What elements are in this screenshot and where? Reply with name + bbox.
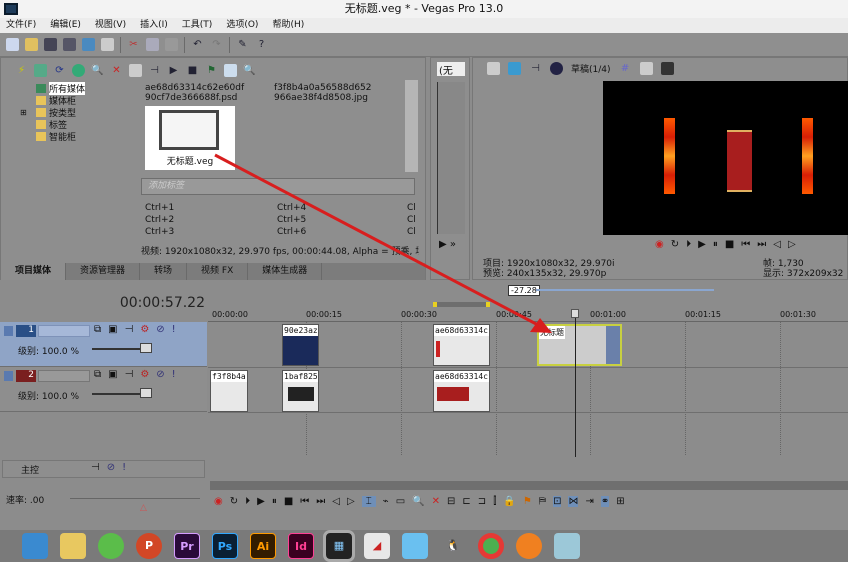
arrow-head	[530, 318, 552, 333]
illustrator-icon[interactable]: Ai	[250, 533, 276, 559]
file-explorer-icon[interactable]	[60, 533, 86, 559]
taskbar: P Pr Ps Ai Id ▦ ◢ 🐧	[0, 530, 848, 562]
indesign-icon[interactable]: Id	[288, 533, 314, 559]
premiere-icon[interactable]: Pr	[174, 533, 200, 559]
qq-icon[interactable]: 🐧	[440, 533, 466, 559]
notepad-icon[interactable]	[554, 533, 580, 559]
chrome-icon[interactable]	[478, 533, 504, 559]
app-icon[interactable]	[516, 533, 542, 559]
qq-browser-icon[interactable]	[22, 533, 48, 559]
app-icon[interactable]: ◢	[364, 533, 390, 559]
wechat-icon[interactable]	[98, 533, 124, 559]
arrow-line	[214, 153, 541, 328]
powerpoint-icon[interactable]: P	[136, 533, 162, 559]
app-icon[interactable]	[402, 533, 428, 559]
annotation-arrow	[214, 153, 552, 333]
vegas-icon[interactable]: ▦	[323, 530, 355, 562]
photoshop-icon[interactable]: Ps	[212, 533, 238, 559]
